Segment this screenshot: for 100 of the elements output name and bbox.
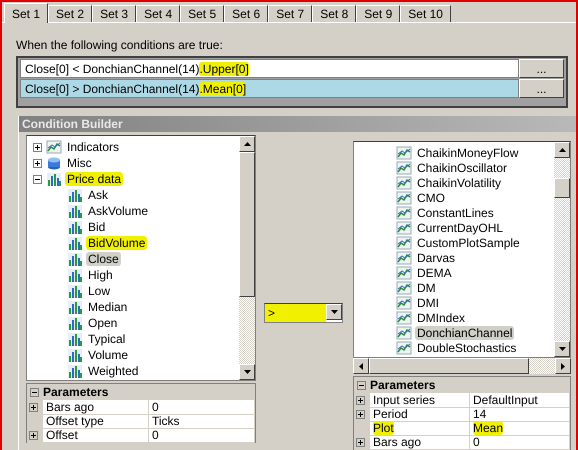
tree-item[interactable]: ChaikinVolatility — [415, 176, 504, 190]
collapse-icon[interactable] — [357, 380, 366, 390]
vertical-scrollbar[interactable] — [554, 142, 570, 357]
line-chart-icon — [396, 160, 412, 176]
bar-chart-icon — [67, 187, 83, 203]
line-chart-icon — [396, 190, 412, 206]
property-name: Offset — [43, 428, 149, 443]
expand-icon[interactable] — [33, 142, 42, 152]
expand-icon[interactable] — [356, 438, 364, 447]
tree-item[interactable]: CustomPlotSample — [415, 236, 522, 250]
property-value[interactable]: Ticks — [149, 414, 255, 429]
tree-item[interactable]: Ask — [86, 188, 110, 202]
up-arrow-icon[interactable] — [558, 148, 566, 152]
vertical-scrollbar[interactable] — [239, 136, 255, 380]
tree-item[interactable]: DMIndex — [415, 310, 468, 324]
tab[interactable]: Set 4 — [136, 5, 180, 22]
tree-item[interactable]: Misc — [65, 156, 94, 170]
tree-item[interactable]: Close — [86, 252, 121, 266]
tree-item[interactable]: Volume — [86, 348, 130, 362]
tab[interactable]: Set 5 — [180, 5, 224, 22]
property-name: Bars ago — [370, 435, 470, 450]
tree-item[interactable]: Low — [86, 284, 112, 298]
tree-item[interactable]: Bid — [86, 220, 108, 234]
tree-item[interactable]: AskVolume — [86, 204, 150, 218]
property-value[interactable]: 0 — [470, 435, 570, 450]
bar-chart-icon — [67, 315, 83, 331]
property-value[interactable]: 0 — [149, 400, 255, 415]
right-arrow-icon[interactable] — [561, 362, 565, 370]
line-chart-icon — [396, 144, 412, 160]
tree-item[interactable]: Darvas — [415, 250, 458, 264]
property-name: Offset type — [43, 414, 149, 429]
parameters-header: Parameters — [43, 385, 108, 399]
tree-item[interactable]: DonchianChannel — [415, 326, 514, 340]
horizontal-scrollbar[interactable] — [353, 358, 571, 374]
tree-item[interactable]: DM — [415, 280, 438, 294]
bar-chart-icon — [67, 283, 83, 299]
collapse-icon[interactable] — [30, 388, 39, 396]
bar-chart-icon — [67, 363, 83, 379]
line-chart-icon — [396, 280, 412, 296]
collapse-icon[interactable] — [33, 174, 42, 184]
tree-item[interactable]: ChaikinMoneyFlow — [415, 146, 520, 160]
scrollbar-thumb[interactable] — [554, 178, 570, 198]
tab[interactable]: Set 2 — [48, 5, 92, 22]
tree-item[interactable]: High — [86, 268, 115, 282]
tree-item[interactable]: ConstantLines — [415, 206, 496, 220]
line-chart-icon — [396, 264, 412, 280]
bar-chart-icon — [67, 331, 83, 347]
dialog-title: Condition Builder — [22, 117, 123, 131]
bar-chart-icon — [67, 299, 83, 315]
property-value[interactable]: DefaultInput — [470, 393, 570, 408]
tree-item[interactable]: Median — [86, 300, 130, 314]
scrollbar-thumb[interactable] — [239, 152, 255, 297]
database-icon — [46, 155, 62, 171]
tree-item[interactable]: Price data — [65, 172, 124, 186]
tab[interactable]: Set 8 — [312, 5, 356, 22]
expand-icon[interactable] — [356, 410, 364, 419]
line-chart-icon — [396, 234, 412, 250]
down-arrow-icon[interactable] — [558, 347, 566, 351]
down-arrow-icon[interactable] — [244, 370, 250, 374]
bar-chart-icon — [67, 219, 83, 235]
tree-item[interactable]: DoubleStochastics — [415, 340, 518, 354]
tree-item[interactable]: BidVolume — [86, 236, 148, 250]
tab[interactable]: Set 3 — [92, 5, 136, 22]
tree-item[interactable]: ChaikinOscillator — [415, 160, 510, 174]
tree-item[interactable]: DMI — [415, 296, 441, 310]
parameters-header: Parameters — [370, 378, 436, 392]
bar-chart-icon — [67, 203, 83, 219]
tree-item[interactable]: Indicators — [65, 140, 122, 154]
condition-row[interactable]: Close[0] < DonchianChannel(14).Upper[0] — [20, 59, 519, 78]
tree-item[interactable]: DEMA — [415, 266, 454, 280]
up-arrow-icon[interactable] — [244, 142, 250, 146]
tab[interactable]: Set 10 — [400, 5, 451, 22]
bar-chart-icon — [67, 251, 83, 267]
tree-item[interactable]: CurrentDayOHL — [415, 220, 506, 234]
expand-icon[interactable] — [356, 396, 364, 405]
left-arrow-icon[interactable] — [359, 362, 363, 370]
condition-row[interactable]: Close[0] > DonchianChannel(14).Mean[0] — [20, 79, 519, 98]
line-chart-icon — [396, 340, 412, 356]
tree-item[interactable]: Open — [86, 316, 120, 330]
line-chart-icon — [396, 250, 412, 266]
tab[interactable]: Set 6 — [224, 5, 268, 22]
scrollbar-thumb[interactable] — [369, 358, 529, 374]
tab[interactable]: Set 1 — [4, 3, 48, 23]
expand-icon[interactable] — [33, 158, 42, 168]
expand-icon[interactable] — [28, 403, 38, 412]
tab[interactable]: Set 7 — [268, 5, 312, 22]
edit-button[interactable]: ... — [519, 79, 564, 98]
property-value[interactable]: 0 — [149, 428, 255, 443]
tree-item[interactable]: Weighted — [86, 364, 140, 378]
bar-chart-icon — [67, 347, 83, 363]
line-chart-icon — [396, 174, 412, 190]
edit-button[interactable]: ... — [519, 59, 564, 78]
tab[interactable]: Set 9 — [356, 5, 400, 22]
line-chart-icon — [396, 294, 412, 310]
expand-icon[interactable] — [28, 431, 38, 440]
bar-chart-icon — [67, 267, 83, 283]
tree-item[interactable]: Typical — [86, 332, 128, 346]
operator-dropdown[interactable]: > — [264, 303, 343, 323]
tree-item[interactable]: CMO — [415, 190, 447, 204]
property-value[interactable]: Mean — [470, 421, 570, 436]
